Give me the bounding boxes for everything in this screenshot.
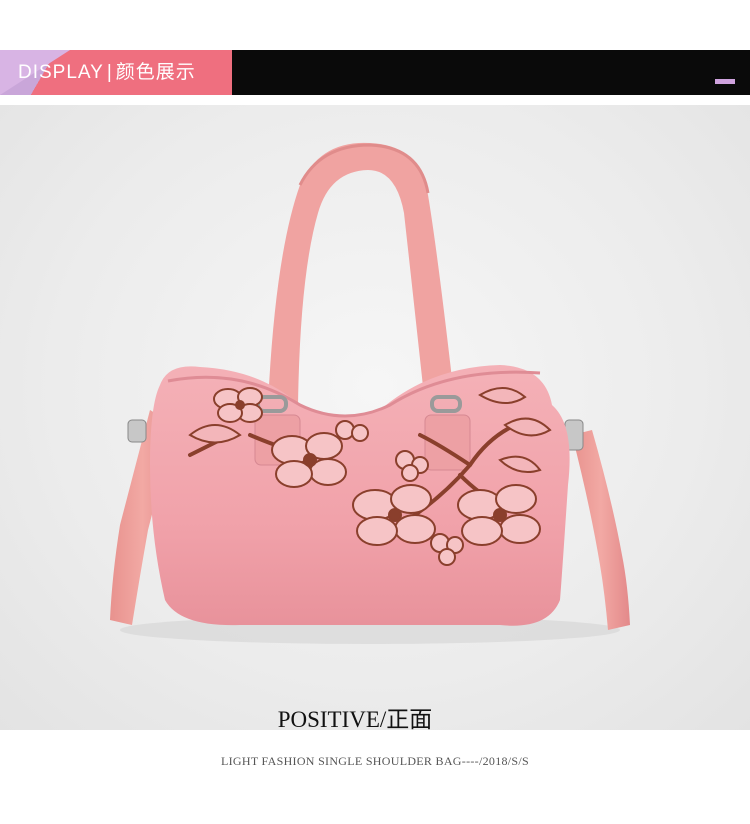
section-header-bar: DISPLAY | 颜色展示 [0, 50, 750, 95]
view-caption-text: POSITIVE/正面 [277, 707, 433, 732]
section-title-separator: | [106, 62, 113, 83]
product-photo [0, 105, 750, 730]
top-handle [268, 142, 455, 405]
strap-clip-left [127, 419, 147, 443]
header-accent-mark [715, 79, 735, 84]
section-title-en: DISPLAY [18, 62, 104, 83]
view-caption: POSITIVE/正面 [0, 700, 750, 734]
handbag-illustration [110, 142, 630, 644]
product-subcaption-text: LIGHT FASHION SINGLE SHOULDER BAG----/20… [220, 754, 530, 768]
section-title-cn: 颜色展示 [115, 62, 196, 83]
section-badge: DISPLAY | 颜色展示 [0, 50, 232, 95]
section-title: DISPLAY | 颜色展示 [18, 50, 196, 95]
shoulder-strap-right [572, 430, 630, 630]
product-subcaption: LIGHT FASHION SINGLE SHOULDER BAG----/20… [0, 754, 750, 769]
